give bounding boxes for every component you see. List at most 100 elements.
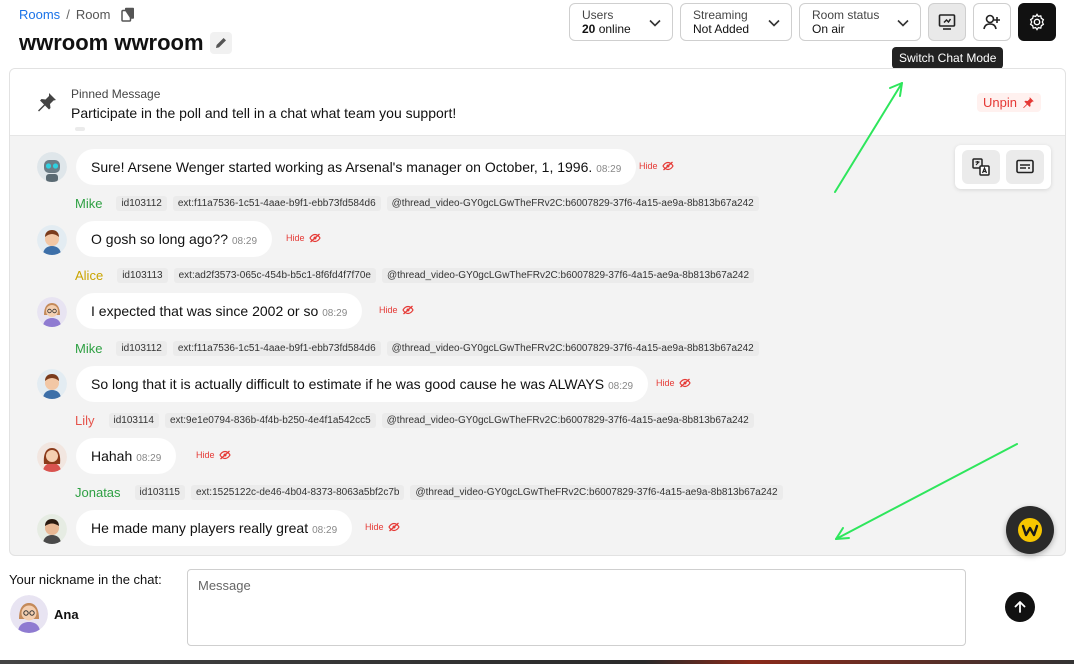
pinned-message: Pinned Message Participate in the poll a… <box>10 69 1065 136</box>
users-count: 20 <box>582 22 596 36</box>
message-text: Sure! Arsene Wenger started working as A… <box>91 159 593 175</box>
avatar-lily <box>37 442 67 472</box>
author-name[interactable]: Lily <box>75 413 95 428</box>
nickname-label: Your nickname in the chat: <box>9 572 162 587</box>
room-status-dropdown[interactable]: Room status On air <box>799 3 921 41</box>
room-status-label: Room status <box>812 8 880 22</box>
message-time: 08:29 <box>232 235 258 247</box>
add-user-button[interactable] <box>973 3 1011 41</box>
message-meta: Mike id103112 ext:f11a7536-1c51-4aae-b9f… <box>75 341 759 356</box>
avatar-robot <box>37 152 67 182</box>
unpin-icon <box>1023 97 1034 109</box>
message-text: Hahah <box>91 448 133 464</box>
message-meta: Jonatas id103115 ext:1525122c-de46-4b04-… <box>75 485 783 500</box>
unpin-button[interactable]: Unpin <box>977 93 1041 112</box>
switch-chat-mode-tooltip: Switch Chat Mode <box>892 47 1004 69</box>
message-meta-partial <box>75 127 85 131</box>
eye-off-icon <box>218 450 231 460</box>
copy-icon[interactable] <box>120 7 135 22</box>
pin-icon <box>38 93 56 112</box>
message-time: 08:29 <box>312 524 338 536</box>
ext-id-chip: ext:ad2f3573-065c-454b-b5c1-8f6fd4f7f70e <box>173 268 376 283</box>
page-title: wwroom wwroom <box>19 30 232 56</box>
breadcrumb-current: Room <box>75 7 111 22</box>
breadcrumb-separator: / <box>66 7 70 22</box>
breadcrumb-rooms-link[interactable]: Rooms <box>19 7 60 22</box>
chevron-down-icon <box>897 19 909 27</box>
user-id-chip: id103114 <box>108 413 159 428</box>
message-meta: Lily id103114 ext:9e1e0794-836b-4f4b-b25… <box>75 413 754 428</box>
author-name[interactable]: Mike <box>75 196 102 211</box>
settings-button[interactable] <box>1018 3 1056 41</box>
translate-icon <box>972 158 990 176</box>
assistant-logo-icon <box>1018 518 1042 542</box>
message-bubble: He made many players really great 08:29 <box>76 510 353 546</box>
ext-id-chip: ext:9e1e0794-836b-4f4b-b250-4e4f1a542cc5 <box>164 413 376 428</box>
user-id-chip: id103115 <box>134 485 185 500</box>
hide-message-button[interactable]: Hide <box>656 378 691 388</box>
breadcrumb: Rooms / Room <box>19 7 135 22</box>
pinned-title: Pinned Message <box>71 87 161 101</box>
author-name[interactable]: Alice <box>75 268 103 283</box>
eye-off-icon <box>401 305 414 315</box>
ext-id-chip: ext:f11a7536-1c51-4aae-b9f1-ebb73fd584d6 <box>172 196 381 211</box>
assistant-button[interactable] <box>1006 506 1054 554</box>
switch-chat-mode-icon <box>938 14 956 30</box>
message-text: O gosh so long ago?? <box>91 231 228 247</box>
message-bubble: Hahah 08:29 <box>76 438 177 474</box>
gear-icon <box>1029 13 1045 31</box>
edit-title-button[interactable] <box>209 32 232 54</box>
send-button[interactable] <box>1005 592 1035 622</box>
message-bubble: O gosh so long ago?? 08:29 <box>76 221 273 257</box>
thread-chip: @thread_video-GY0gcLGwTheFRv2C:b6007829-… <box>386 196 759 211</box>
hide-message-button[interactable]: Hide <box>196 450 231 460</box>
message-time: 08:29 <box>322 307 348 319</box>
message-input[interactable] <box>187 569 966 646</box>
switch-chat-mode-button[interactable] <box>928 3 966 41</box>
user-id-chip: id103112 <box>116 341 167 356</box>
ext-id-chip: ext:1525122c-de46-4b04-8373-8063a5bf2c7b <box>190 485 405 500</box>
message-text: He made many players really great <box>91 520 309 536</box>
hide-message-button[interactable]: Hide <box>379 305 414 315</box>
chevron-down-icon <box>768 19 780 27</box>
message-bubble: I expected that was since 2002 or so 08:… <box>76 293 363 329</box>
message-text: I expected that was since 2002 or so <box>91 303 319 319</box>
eye-off-icon <box>308 233 321 243</box>
message-time: 08:29 <box>136 452 162 464</box>
user-id-chip: id103113 <box>117 268 168 283</box>
room-title: wwroom wwroom <box>19 30 204 55</box>
add-user-icon <box>983 14 1000 30</box>
room-status-value: On air <box>812 22 845 36</box>
users-dropdown[interactable]: Users 20 online <box>569 3 673 41</box>
user-id-chip: id103112 <box>116 196 167 211</box>
eye-off-icon <box>678 378 691 388</box>
arrow-up-icon <box>1014 601 1026 613</box>
hide-message-button[interactable]: Hide <box>286 233 321 243</box>
avatar-mike <box>37 225 67 255</box>
hide-message-button[interactable]: Hide <box>639 161 674 171</box>
eye-off-icon <box>661 161 674 171</box>
thread-chip: @thread_video-GY0gcLGwTheFRv2C:b6007829-… <box>381 413 754 428</box>
message-bubble: Sure! Arsene Wenger started working as A… <box>76 149 637 185</box>
message-time: 08:29 <box>596 163 622 175</box>
pencil-icon <box>215 38 226 48</box>
my-nickname: Ana <box>54 607 79 622</box>
eye-off-icon <box>387 522 400 532</box>
author-name[interactable]: Jonatas <box>75 485 121 500</box>
author-name[interactable]: Mike <box>75 341 102 356</box>
message-text: So long that it is actually difficult to… <box>91 376 605 392</box>
bottom-strip <box>0 660 1074 664</box>
subtitles-icon <box>1016 159 1034 174</box>
message-meta: Alice id103113 ext:ad2f3573-065c-454b-b5… <box>75 268 755 283</box>
thread-chip: @thread_video-GY0gcLGwTheFRv2C:b6007829-… <box>410 485 783 500</box>
ext-id-chip: ext:f11a7536-1c51-4aae-b9f1-ebb73fd584d6 <box>172 341 381 356</box>
thread-chip: @thread_video-GY0gcLGwTheFRv2C:b6007829-… <box>381 268 755 283</box>
hide-message-button[interactable]: Hide <box>365 522 400 532</box>
avatar-mike <box>37 369 67 399</box>
subtitles-mode-button[interactable] <box>1006 150 1044 184</box>
message-meta: Mike id103112 ext:f11a7536-1c51-4aae-b9f… <box>75 196 759 211</box>
unpin-label: Unpin <box>983 95 1017 110</box>
streaming-dropdown[interactable]: Streaming Not Added <box>680 3 792 41</box>
my-avatar[interactable] <box>10 595 48 633</box>
translate-mode-button[interactable] <box>962 150 1000 184</box>
